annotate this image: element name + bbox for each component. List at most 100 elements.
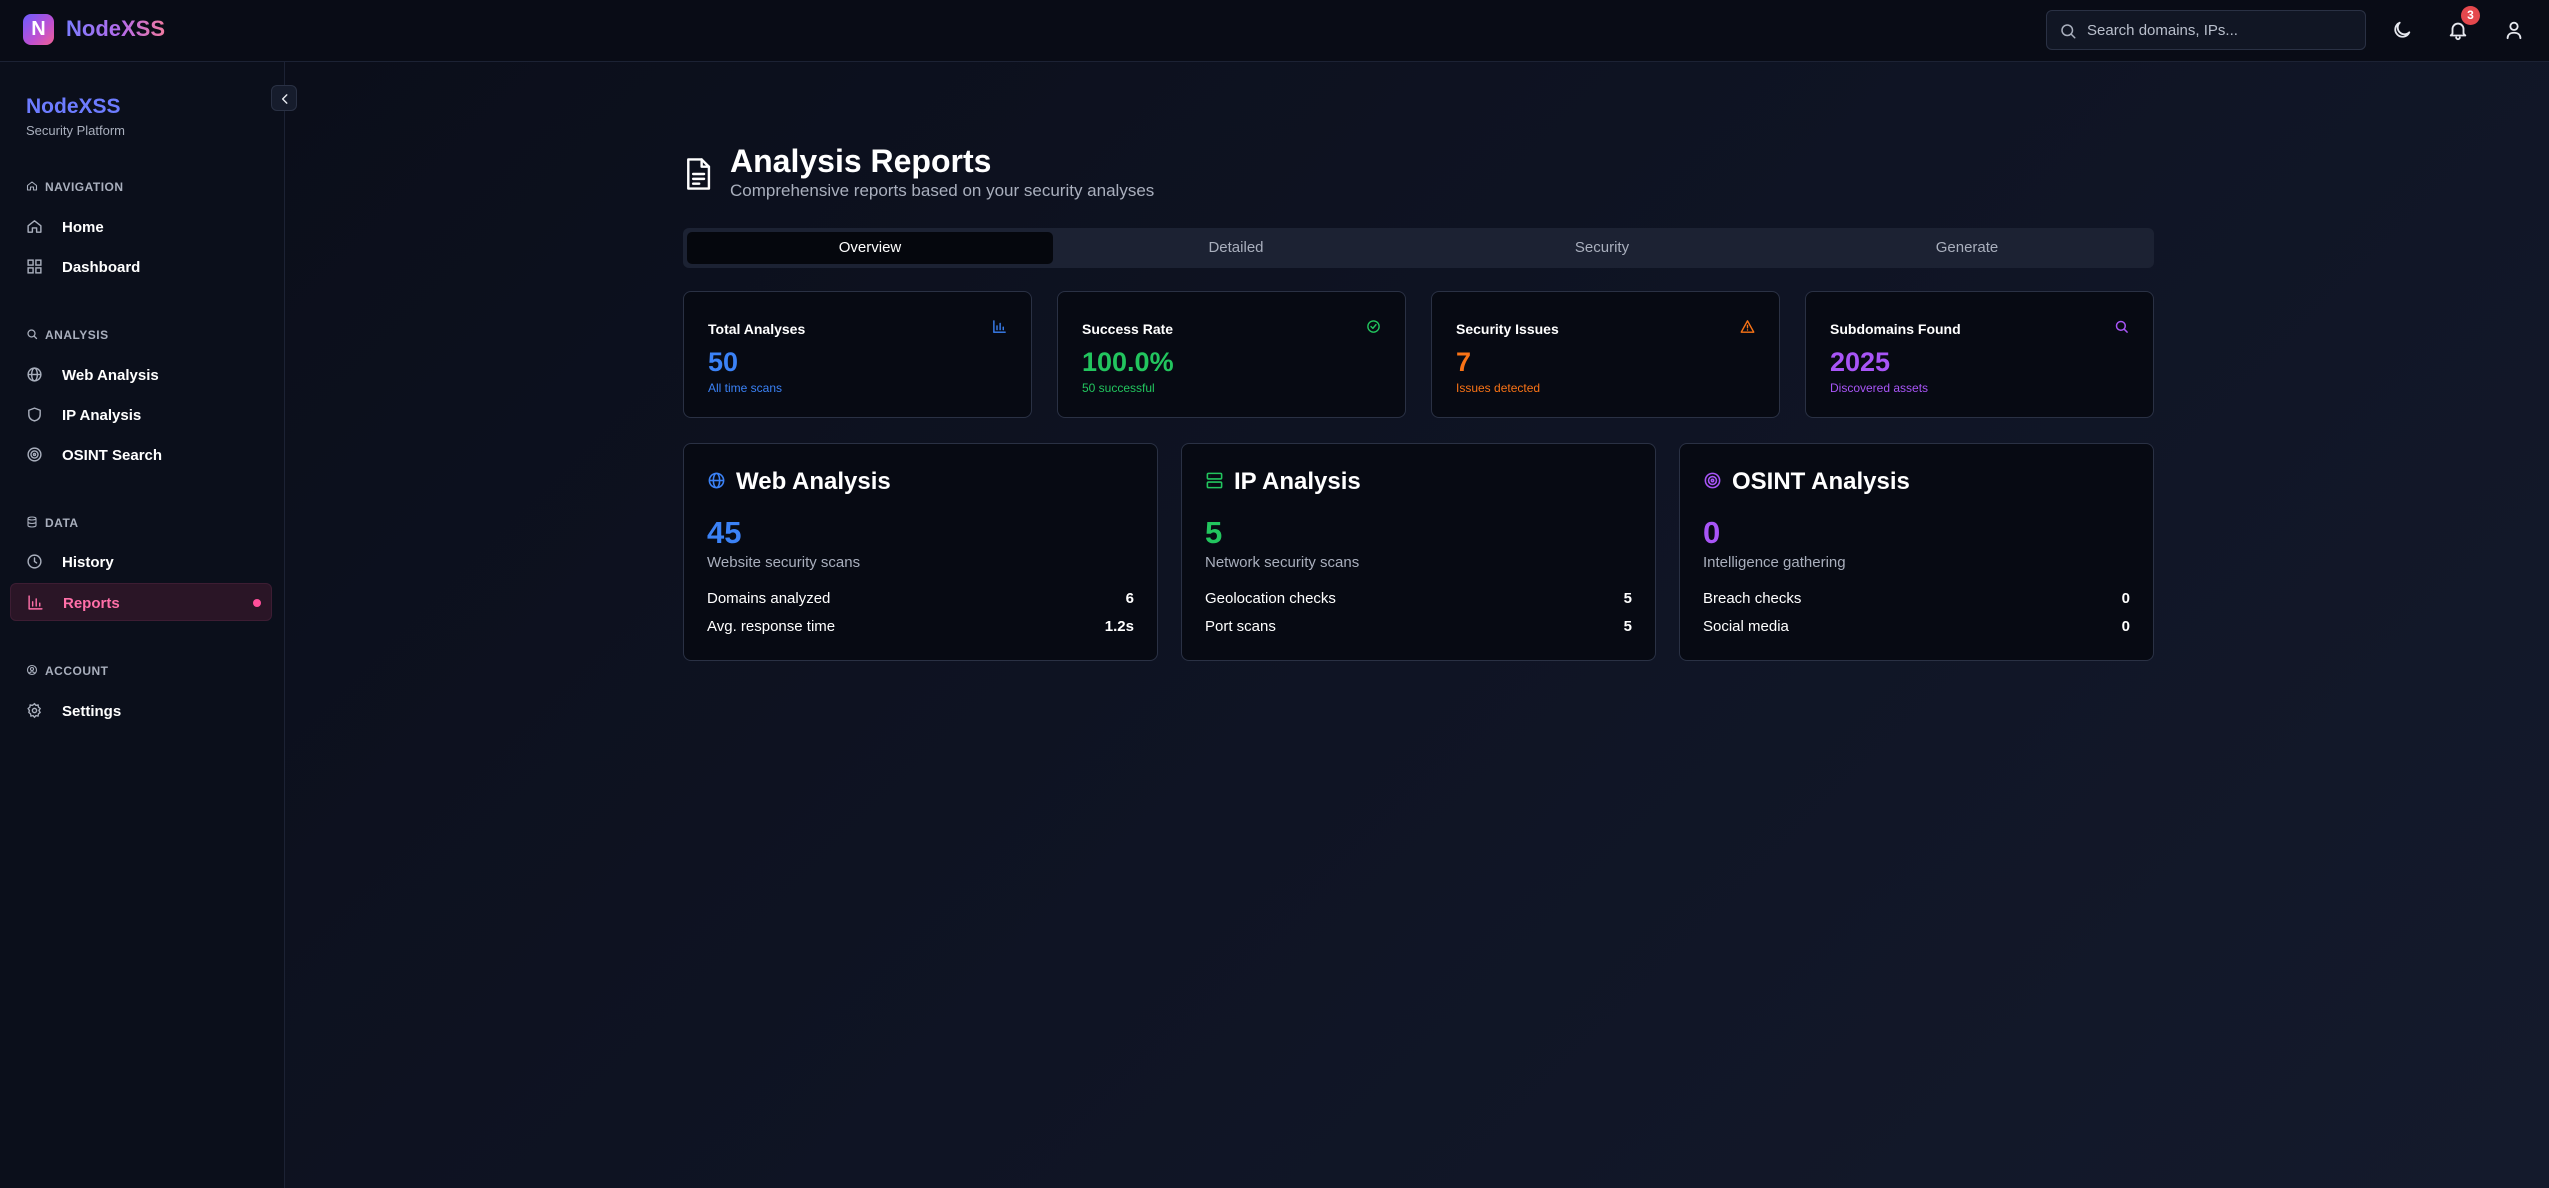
globe-icon	[27, 367, 42, 382]
sidebar-item-dashboard[interactable]: Dashboard	[10, 248, 272, 286]
sidebar-item-osint-search[interactable]: OSINT Search	[10, 436, 272, 474]
stat-note: Discovered assets	[1830, 381, 1929, 395]
metric-label: Avg. response time	[707, 618, 836, 635]
metric-label: Breach checks	[1703, 590, 1802, 607]
chevron-left-icon	[281, 94, 288, 104]
sidebar-tagline: Security Platform	[26, 123, 125, 138]
target-icon	[27, 447, 42, 462]
metric-row: Breach checks 0	[1703, 590, 2130, 610]
stat-value: 2025	[1830, 347, 1891, 377]
tab-overview[interactable]: Overview	[687, 232, 1053, 264]
server-icon	[1206, 472, 1223, 489]
stat-value: 50	[708, 347, 739, 377]
metric-row: Port scans 5	[1205, 618, 1632, 638]
sidebar-brand: NodeXSS	[26, 95, 121, 118]
metric-value: 0	[2121, 618, 2130, 635]
web-analysis-card: Web Analysis 45 Website security scans D…	[683, 443, 1158, 661]
bar-chart-icon	[28, 595, 43, 610]
gear-icon	[27, 702, 41, 719]
sidebar-item-history[interactable]: History	[10, 543, 272, 581]
card-value: 45	[707, 515, 742, 550]
report-tabs: Overview Detailed Security Generate	[683, 228, 2154, 268]
moon-icon[interactable]	[2391, 19, 2413, 41]
sidebar-item-label: Home	[62, 219, 104, 236]
sidebar-item-label: OSINT Search	[62, 447, 163, 464]
stat-value: 7	[1456, 347, 1472, 377]
metric-value: 5	[1623, 618, 1632, 635]
metric-value: 0	[2121, 590, 2130, 607]
metric-row: Social media 0	[1703, 618, 2130, 638]
metric-value: 1.2s	[1104, 618, 1134, 635]
card-description: Intelligence gathering	[1703, 554, 1846, 571]
metric-label: Geolocation checks	[1205, 590, 1336, 607]
metric-label: Port scans	[1205, 618, 1276, 635]
stat-card-success-rate: Success Rate 100.0% 50 successful	[1057, 291, 1406, 418]
stat-value: 100.0%	[1082, 347, 1174, 377]
card-value: 5	[1205, 515, 1223, 550]
top-bar: N NodeXSS 3	[0, 0, 2549, 62]
sidebar-item-home[interactable]: Home	[10, 208, 272, 246]
shield-icon	[28, 407, 41, 422]
tab-generate[interactable]: Generate	[1784, 232, 2150, 264]
target-icon	[1704, 472, 1721, 489]
metric-value: 5	[1623, 590, 1632, 607]
tab-detailed[interactable]: Detailed	[1053, 232, 1419, 264]
page-subtitle: Comprehensive reports based on your secu…	[730, 181, 1155, 200]
stat-card-total-analyses: Total Analyses 50 All time scans	[683, 291, 1032, 418]
search-icon	[27, 329, 38, 340]
stat-title: Success Rate	[1082, 321, 1174, 337]
sidebar-item-label: Settings	[62, 703, 122, 720]
metric-row: Avg. response time 1.2s	[707, 618, 1134, 638]
ip-analysis-card: IP Analysis 5 Network security scans Geo…	[1181, 443, 1656, 661]
metric-label: Social media	[1703, 618, 1789, 635]
notification-badge: 3	[2461, 6, 2480, 25]
sidebar-item-label: IP Analysis	[62, 407, 142, 424]
stat-title: Security Issues	[1456, 321, 1559, 337]
home-icon	[26, 181, 38, 191]
database-icon	[27, 516, 37, 528]
sidebar-item-label: Reports	[63, 595, 120, 612]
card-description: Website security scans	[707, 554, 861, 571]
stat-card-subdomains-found: Subdomains Found 2025 Discovered assets	[1805, 291, 2154, 418]
metric-row: Geolocation checks 5	[1205, 590, 1632, 610]
osint-analysis-card: OSINT Analysis 0 Intelligence gathering …	[1679, 443, 2154, 661]
page-title: Analysis Reports	[730, 143, 992, 179]
active-indicator-dot	[253, 599, 261, 607]
user-circle-icon	[26, 664, 38, 676]
sidebar-item-web-analysis[interactable]: Web Analysis	[10, 356, 272, 394]
search-icon	[2061, 24, 2076, 39]
metric-value: 6	[1125, 590, 1134, 607]
user-icon[interactable]	[2503, 19, 2525, 41]
app-name[interactable]: NodeXSS	[66, 16, 165, 42]
stat-title: Total Analyses	[708, 321, 806, 337]
search-icon	[2115, 320, 2128, 333]
sidebar-collapse-button[interactable]	[271, 85, 297, 111]
globe-icon	[708, 472, 725, 489]
sidebar-item-reports[interactable]: Reports	[10, 583, 272, 621]
metric-row: Domains analyzed 6	[707, 590, 1134, 610]
stat-title: Subdomains Found	[1830, 321, 1961, 337]
bar-chart-icon	[993, 320, 1006, 333]
sidebar-item-label: Web Analysis	[62, 367, 159, 384]
card-title: IP Analysis	[1234, 468, 1361, 495]
search-box[interactable]	[2046, 10, 2366, 50]
stat-note: All time scans	[708, 381, 783, 395]
metric-label: Domains analyzed	[707, 590, 831, 607]
warning-triangle-icon	[1740, 320, 1755, 333]
search-input[interactable]	[2087, 11, 2357, 49]
sidebar-item-label: History	[62, 554, 114, 571]
clock-icon	[27, 554, 42, 569]
sidebar-item-settings[interactable]: Settings	[10, 692, 272, 730]
stat-note: Issues detected	[1456, 381, 1541, 395]
stat-note: 50 successful	[1082, 381, 1155, 395]
home-icon	[27, 220, 42, 233]
app-logo[interactable]: N	[23, 14, 54, 45]
card-title: OSINT Analysis	[1732, 468, 1910, 495]
sidebar-item-ip-analysis[interactable]: IP Analysis	[10, 396, 272, 434]
check-circle-icon	[1367, 320, 1380, 333]
dashboard-icon	[27, 259, 42, 274]
document-icon	[687, 158, 711, 190]
card-value: 0	[1703, 515, 1721, 550]
tab-security[interactable]: Security	[1419, 232, 1785, 264]
card-description: Network security scans	[1205, 554, 1360, 571]
